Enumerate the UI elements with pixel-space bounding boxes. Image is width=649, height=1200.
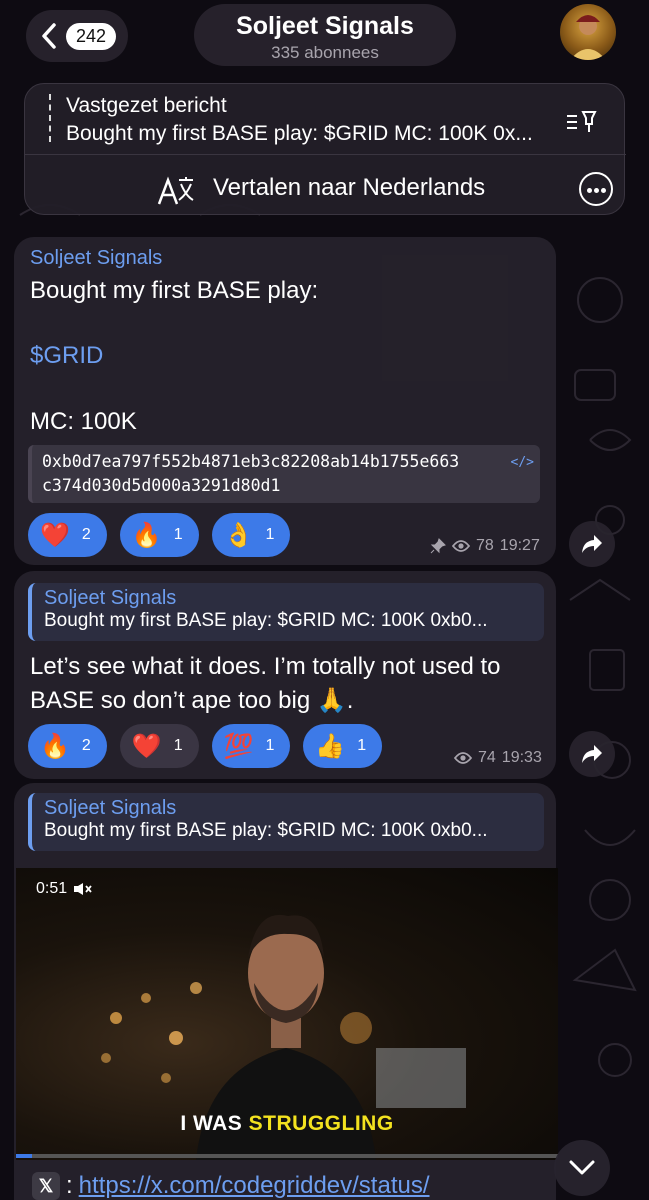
reaction-count: 2 (81, 737, 91, 754)
reaction-count: 1 (173, 737, 183, 754)
tweet-link[interactable]: https://x.com/codegriddev/status/ (79, 1172, 430, 1200)
scroll-down-button[interactable] (554, 1140, 610, 1196)
avatar-image (570, 15, 606, 60)
address-line: 0xb0d7ea797f552b4871eb3c82208ab14b1755e6… (42, 452, 460, 471)
reaction-heart[interactable]: ❤️ 1 (119, 724, 199, 768)
reaction-count: 1 (265, 737, 275, 754)
reaction-fire[interactable]: 🔥 2 (28, 724, 107, 768)
hundred-icon: 💯 (223, 732, 254, 760)
reply-text: Bought my first BASE play: $GRID MC: 100… (44, 820, 488, 841)
pin-list-icon[interactable] (565, 108, 597, 134)
message-time: 19:33 (501, 749, 542, 766)
address-line: c374d030d5d000a3291d80d1 (42, 476, 281, 495)
reply-text: Bought my first BASE play: $GRID MC: 100… (44, 610, 488, 631)
x-logo-icon: 𝕏 (32, 1172, 60, 1200)
reaction-ok-hand[interactable]: 👌 1 (211, 513, 291, 557)
thumbs-up-icon: 👍 (315, 732, 346, 760)
video-caption: I WAS STRUGGLING (16, 1112, 558, 1136)
caption-text: I WAS (180, 1112, 243, 1135)
divider (25, 154, 626, 155)
cashtag-link[interactable]: $GRID (30, 340, 103, 372)
more-options-icon[interactable] (579, 172, 613, 206)
message-time: 19:27 (499, 537, 540, 554)
message-sender: Soljeet Signals (30, 247, 163, 269)
message-meta: 74 19:33 (454, 749, 542, 767)
reply-quote[interactable]: Soljeet Signals Bought my first BASE pla… (28, 793, 544, 851)
reaction-count: 1 (265, 526, 275, 543)
heart-icon: ❤️ (40, 521, 70, 549)
ok-hand-icon: 👌 (223, 521, 254, 549)
pin-icon (430, 538, 446, 554)
video-progress-fill (16, 1154, 33, 1158)
reply-sender: Soljeet Signals (44, 797, 177, 819)
eye-icon (452, 540, 470, 552)
heart-icon: ❤️ (131, 732, 162, 760)
message-text: BASE so don’t ape too big 🙏. (30, 687, 354, 714)
message-bubble[interactable]: Soljeet Signals Bought my first BASE pla… (14, 571, 556, 779)
copy-icon[interactable]: </> (511, 451, 534, 475)
unread-count-badge: 242 (66, 22, 117, 50)
subscriber-count: 335 abonnees (271, 43, 379, 62)
pinned-text: Bought my first BASE play: $GRID MC: 100… (66, 122, 533, 145)
reaction-fire[interactable]: 🔥 1 (119, 513, 199, 557)
video-duration: 0:51 (36, 880, 93, 898)
back-button[interactable]: 242 (26, 10, 128, 62)
reaction-count: 1 (173, 526, 183, 543)
channel-header[interactable]: Soljeet Signals 335 abonnees (194, 4, 456, 66)
reactions-row: 🔥 2 ❤️ 1 💯 1 👍 1 (28, 724, 383, 768)
message-meta: 78 19:27 (430, 537, 540, 555)
reactions-row: ❤️ 2 🔥 1 👌 1 (28, 513, 291, 557)
pinned-message-panel[interactable]: Vastgezet bericht Bought my first BASE p… (24, 83, 626, 215)
muted-speaker-icon[interactable] (73, 882, 93, 896)
link-separator: : (66, 1172, 73, 1199)
contract-address-code[interactable]: 0xb0d7ea797f552b4871eb3c82208ab14b1755e6… (28, 445, 540, 503)
view-count: 78 (476, 537, 494, 554)
eye-icon (454, 752, 472, 764)
share-arrow-icon (582, 745, 602, 763)
reaction-count: 2 (81, 526, 91, 543)
translate-icon (157, 176, 194, 205)
pinned-indicator (49, 94, 51, 142)
channel-name: Soljeet Signals (236, 12, 414, 40)
share-arrow-icon (582, 535, 602, 553)
video-progress-bar[interactable] (16, 1154, 558, 1158)
pinned-title: Vastgezet bericht (66, 94, 227, 117)
message-text: Bought my first BASE play: (30, 277, 319, 304)
message-text: MC: 100K (30, 408, 137, 435)
view-count: 74 (478, 749, 496, 766)
message-text: Let’s see what it does. I’m totally not … (30, 653, 501, 680)
translate-button[interactable]: Vertalen naar Nederlands (213, 174, 485, 202)
fire-icon: 🔥 (131, 521, 162, 549)
forward-button[interactable] (569, 731, 615, 777)
channel-avatar[interactable] (560, 4, 616, 60)
reaction-count: 1 (357, 737, 367, 754)
chevron-down-icon (569, 1160, 595, 1175)
duration-text: 0:51 (36, 880, 68, 897)
caption-highlight: STRUGGLING (248, 1112, 394, 1135)
reaction-heart[interactable]: ❤️ 2 (28, 513, 107, 557)
fire-icon: 🔥 (40, 732, 70, 760)
video-player[interactable]: 0:51 I WAS STRUGGLING (16, 868, 558, 1160)
reply-quote[interactable]: Soljeet Signals Bought my first BASE pla… (28, 583, 544, 641)
reaction-hundred[interactable]: 💯 1 (211, 724, 291, 768)
reply-sender: Soljeet Signals (44, 587, 177, 609)
link-preview-line: 𝕏 : https://x.com/codegriddev/status/ (32, 1172, 430, 1200)
forward-button[interactable] (569, 521, 615, 567)
reaction-thumbs-up[interactable]: 👍 1 (303, 724, 383, 768)
chevron-left-icon (42, 23, 56, 49)
message-bubble[interactable]: Soljeet Signals Bought my first BASE pla… (14, 237, 556, 565)
